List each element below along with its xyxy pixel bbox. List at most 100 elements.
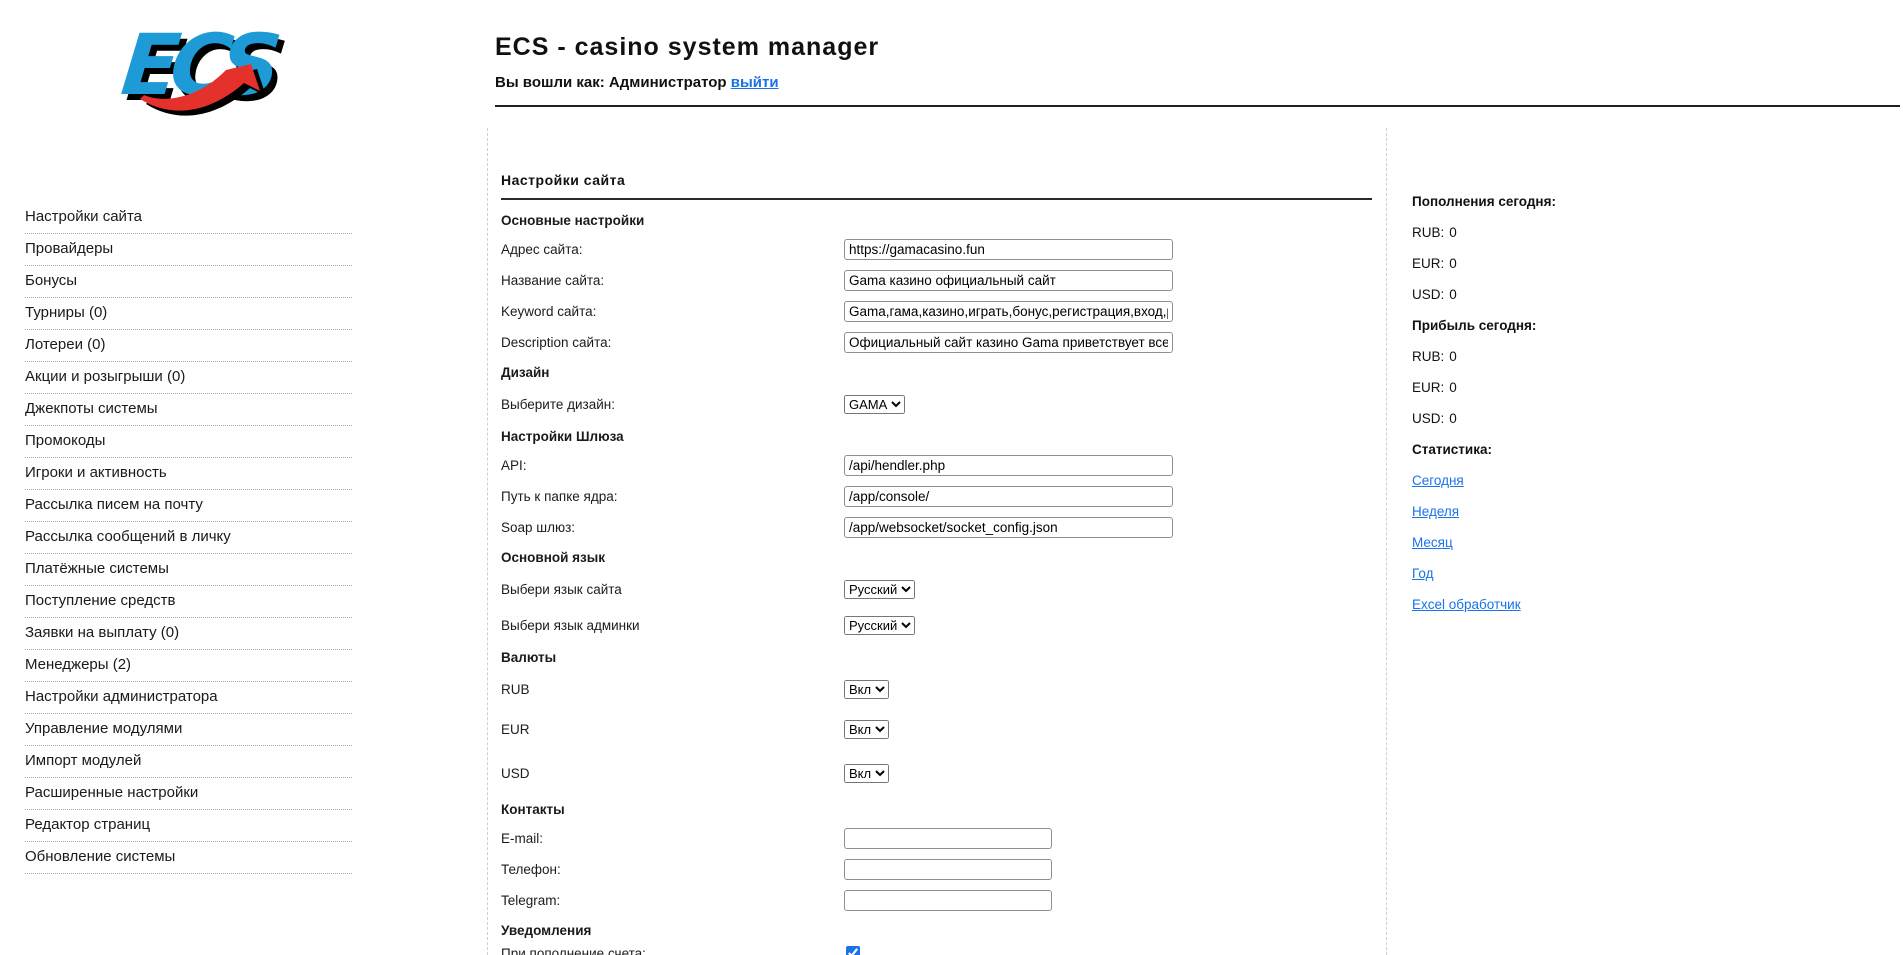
header-divider [495, 105, 1900, 107]
site-name[interactable] [844, 270, 1173, 291]
deposits-today-header: Пополнения сегодня: [1412, 186, 1692, 217]
sidebar-item[interactable]: Платёжные системы [25, 554, 352, 586]
field-label: Telegram: [501, 893, 560, 908]
field-label: Soap шлюз: [501, 520, 575, 535]
sidebar-item[interactable]: Игроки и активность [25, 458, 352, 490]
site-keywords[interactable] [844, 301, 1173, 322]
app-title: ECS - casino system manager [495, 33, 879, 62]
phone-field[interactable] [844, 859, 1052, 880]
form-row: Выбери язык сайта Русский [501, 571, 1372, 607]
stats-panel: Пополнения сегодня: RUB: 0 EUR: 0 USD: 0… [1412, 186, 1692, 620]
deposit-usd-value: 0 [1449, 287, 1457, 302]
email-field[interactable] [844, 828, 1052, 849]
stats-link-excel[interactable]: Excel обработчик [1412, 597, 1521, 612]
section-header: Контакты [501, 795, 1372, 823]
sidebar-item[interactable]: Лотереи (0) [25, 330, 352, 362]
statistics-header: Статистика: [1412, 434, 1692, 465]
sidebar-item[interactable]: Настройки администратора [25, 682, 352, 714]
login-status: Вы вошли как: Администратор выйти [495, 74, 879, 91]
admin-language-select[interactable]: Русский [844, 616, 915, 635]
sidebar-item[interactable]: Акции и розыгрыши (0) [25, 362, 352, 394]
field-label: E-mail: [501, 831, 543, 846]
profit-usd: USD: 0 [1412, 403, 1692, 434]
deposit-eur: EUR: 0 [1412, 248, 1692, 279]
core-folder-path[interactable] [844, 486, 1173, 507]
form-row: Description сайта: [501, 327, 1372, 358]
profit-eur-label: EUR: [1412, 380, 1444, 395]
sidebar-item[interactable]: Турниры (0) [25, 298, 352, 330]
sidebar-item[interactable]: Импорт модулей [25, 746, 352, 778]
page-title: Настройки сайта [501, 172, 1372, 188]
sidebar-item[interactable]: Заявки на выплату (0) [25, 618, 352, 650]
sidebar-item[interactable]: Управление модулями [25, 714, 352, 746]
field-label: Выберите дизайн: [501, 397, 615, 412]
sidebar-item[interactable]: Промокоды [25, 426, 352, 458]
ecs-logo[interactable]: ECS ECS [112, 12, 287, 127]
section-header: Валюты [501, 643, 1372, 671]
profit-eur: EUR: 0 [1412, 372, 1692, 403]
sidebar-item[interactable]: Обновление системы [25, 842, 352, 874]
sidebar-item[interactable]: Настройки сайта [25, 202, 352, 234]
field-label: Description сайта: [501, 335, 611, 350]
form-row: Telegram: [501, 885, 1372, 916]
sidebar-item[interactable]: Рассылка сообщений в личку [25, 522, 352, 554]
form-row: Выберите дизайн: GAMA [501, 386, 1372, 422]
settings-form: Основные настройкиАдрес сайта:Название с… [501, 206, 1372, 955]
form-row: API: [501, 450, 1372, 481]
sidebar-item[interactable]: Бонусы [25, 266, 352, 298]
sidebar-item[interactable]: Расширенные настройки [25, 778, 352, 810]
admin-page: ECS ECS ECS - casino system manager Вы в… [0, 0, 1903, 955]
stats-link-year[interactable]: Год [1412, 566, 1434, 581]
form-row: USD Вкл [501, 751, 1372, 795]
sidebar-item[interactable]: Редактор страниц [25, 810, 352, 842]
form-row: EUR Вкл [501, 707, 1372, 751]
field-label: Путь к папке ядра: [501, 489, 617, 504]
site-language-select[interactable]: Русский [844, 580, 915, 599]
profit-usd-label: USD: [1412, 411, 1444, 426]
logout-link[interactable]: выйти [731, 74, 779, 91]
ecs-logo-image: ECS ECS [112, 12, 287, 127]
deposit-rub-label: RUB: [1412, 225, 1444, 240]
stats-link-month[interactable]: Месяц [1412, 535, 1453, 550]
telegram-field[interactable] [844, 890, 1052, 911]
profit-rub-value: 0 [1449, 349, 1457, 364]
title-divider [501, 198, 1372, 200]
field-label: EUR [501, 722, 530, 737]
stats-link-today[interactable]: Сегодня [1412, 473, 1464, 488]
stats-link-week[interactable]: Неделя [1412, 504, 1459, 519]
form-row: Адрес сайта: [501, 234, 1372, 265]
deposit-rub-value: 0 [1449, 225, 1457, 240]
site-address[interactable] [844, 239, 1173, 260]
sidebar-item[interactable]: Рассылка писем на почту [25, 490, 352, 522]
login-status-text: Вы вошли как: Администратор [495, 74, 727, 91]
notify-on-deposit-checkbox[interactable] [846, 946, 860, 955]
currency-rub-select[interactable]: Вкл [844, 680, 889, 699]
form-row: Выбери язык админки Русский [501, 607, 1372, 643]
sidebar-item[interactable]: Джекпоты системы [25, 394, 352, 426]
profit-eur-value: 0 [1449, 380, 1457, 395]
sidebar-item[interactable]: Провайдеры [25, 234, 352, 266]
currency-usd-select[interactable]: Вкл [844, 764, 889, 783]
form-row: RUB Вкл [501, 671, 1372, 707]
field-label: USD [501, 766, 530, 781]
soap-gateway[interactable] [844, 517, 1173, 538]
profit-today-header: Прибыль сегодня: [1412, 310, 1692, 341]
profit-usd-value: 0 [1449, 411, 1457, 426]
field-label: Выбери язык сайта [501, 582, 622, 597]
design-select[interactable]: GAMA [844, 395, 905, 414]
currency-eur-select[interactable]: Вкл [844, 720, 889, 739]
profit-rub-label: RUB: [1412, 349, 1444, 364]
section-header: Основные настройки [501, 206, 1372, 234]
site-description[interactable] [844, 332, 1173, 353]
deposit-usd-label: USD: [1412, 287, 1444, 302]
field-label: Выбери язык админки [501, 618, 640, 633]
profit-rub: RUB: 0 [1412, 341, 1692, 372]
field-label: RUB [501, 682, 530, 697]
section-header: Настройки Шлюза [501, 422, 1372, 450]
sidebar-item[interactable]: Менеджеры (2) [25, 650, 352, 682]
field-label: Адрес сайта: [501, 242, 583, 257]
api-path[interactable] [844, 455, 1173, 476]
deposit-rub: RUB: 0 [1412, 217, 1692, 248]
form-row: Keyword сайта: [501, 296, 1372, 327]
sidebar-item[interactable]: Поступление средств [25, 586, 352, 618]
